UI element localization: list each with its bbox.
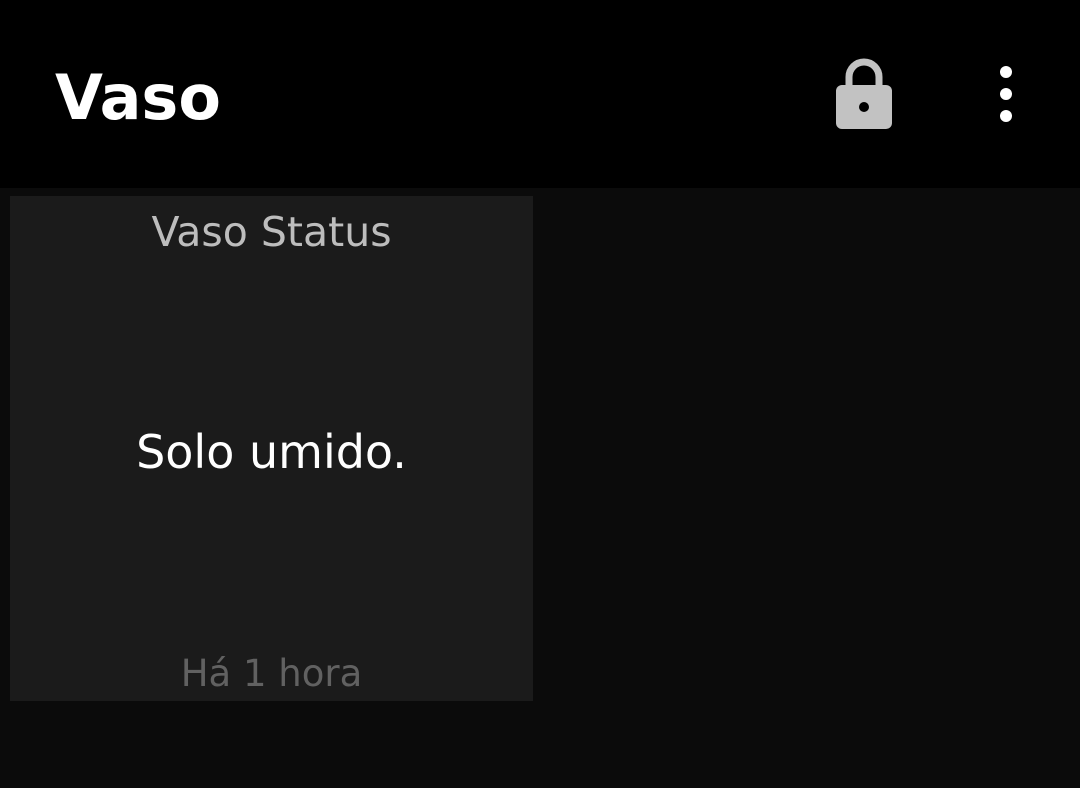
app-title: Vaso (55, 61, 221, 134)
tile-title: Vaso Status (151, 208, 392, 256)
lock-icon (836, 58, 892, 129)
more-vert-icon (1000, 66, 1012, 122)
more-options-button[interactable] (962, 50, 1050, 138)
tile-value: Solo umido. (136, 425, 407, 479)
vaso-status-tile[interactable]: Vaso Status Solo umido. Há 1 hora (10, 196, 533, 701)
dashboard-content: Vaso Status Solo umido. Há 1 hora (0, 188, 1080, 788)
lock-button[interactable] (820, 50, 908, 138)
app-bar: Vaso (0, 0, 1080, 188)
tile-timestamp: Há 1 hora (180, 652, 363, 695)
